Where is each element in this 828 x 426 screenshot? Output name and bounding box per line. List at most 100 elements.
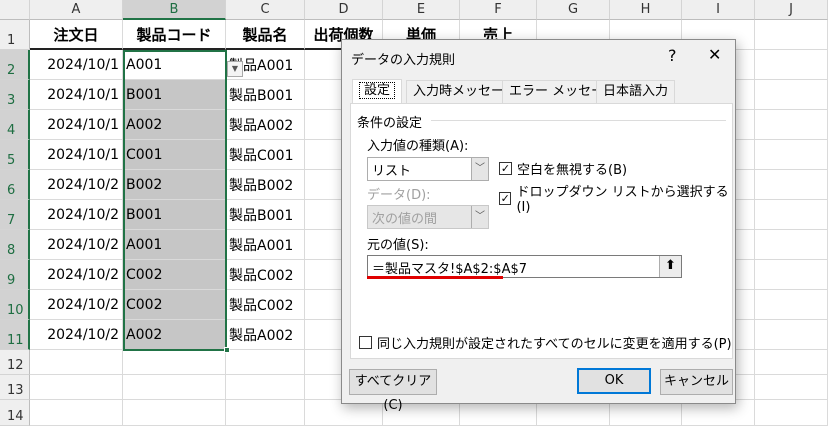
row-header-14[interactable]: 14 (0, 400, 30, 426)
cell[interactable]: 製品B001 (226, 80, 305, 110)
cell[interactable]: 2024/10/1 (30, 50, 123, 80)
column-header-D[interactable]: D (305, 0, 383, 20)
cell[interactable] (30, 350, 123, 375)
allow-select[interactable]: リスト ﹀ (367, 157, 489, 181)
cell[interactable] (755, 80, 828, 110)
cell[interactable]: 2024/10/2 (30, 260, 123, 290)
cell[interactable]: 2024/10/1 (30, 110, 123, 140)
row-header-11[interactable]: 11 (0, 320, 30, 350)
row-header-3[interactable]: 3 (0, 80, 30, 110)
cell[interactable] (755, 320, 828, 350)
row-header-12[interactable]: 12 (0, 350, 30, 375)
row-header-10[interactable]: 10 (0, 290, 30, 320)
cell[interactable] (30, 400, 123, 426)
check-icon: ✓ (499, 162, 512, 175)
cell[interactable]: 2024/10/1 (30, 140, 123, 170)
header-cell[interactable]: 製品コード (123, 20, 226, 50)
header-cell[interactable]: 製品名 (226, 20, 305, 50)
data-value: 次の値の間 (372, 211, 438, 227)
column-header-A[interactable]: A (30, 0, 123, 20)
cell[interactable]: A002 (123, 110, 226, 140)
cell[interactable]: 製品C002 (226, 260, 305, 290)
dropdown-checkbox[interactable]: ✓ ドロップダウン リストから選択する(I) (499, 181, 732, 215)
header-cell[interactable]: 注文日 (30, 20, 123, 50)
cell[interactable] (226, 400, 305, 426)
cell[interactable]: B001 (123, 200, 226, 230)
dropdown-label: ドロップダウン リストから選択する(I) (516, 185, 729, 215)
cell[interactable]: A002 (123, 320, 226, 350)
cell[interactable] (123, 350, 226, 375)
row-header-4[interactable]: 4 (0, 110, 30, 140)
cell[interactable] (755, 110, 828, 140)
cell[interactable] (755, 140, 828, 170)
select-all-corner[interactable] (0, 0, 30, 20)
cell[interactable] (30, 375, 123, 400)
cancel-button[interactable]: キャンセル (660, 369, 733, 395)
column-header-B[interactable]: B (123, 0, 226, 20)
column-header-F[interactable]: F (460, 0, 537, 20)
clear-all-button[interactable]: すべてクリア(C) (349, 369, 437, 413)
column-header-I[interactable]: I (682, 0, 755, 20)
cell[interactable]: 製品A001 (226, 230, 305, 260)
fill-handle[interactable] (224, 347, 230, 353)
column-header-H[interactable]: H (610, 0, 682, 20)
source-value: ＝製品マスタ!$A$2:$A$7 (372, 262, 528, 277)
column-header-G[interactable]: G (537, 0, 610, 20)
cell[interactable] (755, 20, 828, 50)
cell[interactable]: 2024/10/2 (30, 320, 123, 350)
cell[interactable]: 製品A002 (226, 320, 305, 350)
cell[interactable]: B001 (123, 80, 226, 110)
cell[interactable]: 2024/10/2 (30, 170, 123, 200)
cell[interactable] (755, 290, 828, 320)
row-header-5[interactable]: 5 (0, 140, 30, 170)
column-header-J[interactable]: J (755, 0, 828, 20)
cell[interactable]: C002 (123, 290, 226, 320)
cell[interactable]: A001 (123, 230, 226, 260)
cell[interactable]: 製品B001 (226, 200, 305, 230)
cell[interactable] (755, 400, 828, 426)
cell[interactable]: 製品C001 (226, 140, 305, 170)
row-header-7[interactable]: 7 (0, 200, 30, 230)
cell[interactable]: 製品A002 (226, 110, 305, 140)
cell[interactable]: 製品C002 (226, 290, 305, 320)
cell[interactable] (755, 230, 828, 260)
row-header-2[interactable]: 2 (0, 50, 30, 80)
cell[interactable]: 製品B002 (226, 170, 305, 200)
cell-dropdown-button[interactable]: ▼ (227, 61, 243, 77)
cell[interactable] (755, 260, 828, 290)
cell[interactable] (755, 350, 828, 375)
cell[interactable] (755, 170, 828, 200)
cell[interactable]: C002 (123, 260, 226, 290)
row-header-13[interactable]: 13 (0, 375, 30, 400)
tab-settings[interactable]: 設定 (352, 79, 403, 104)
cell[interactable] (755, 50, 828, 80)
ok-button[interactable]: OK (577, 368, 651, 394)
row-header-1[interactable]: 1 (0, 20, 30, 50)
close-button[interactable]: ✕ (708, 45, 721, 64)
row-header-6[interactable]: 6 (0, 170, 30, 200)
cell[interactable]: 2024/10/1 (30, 80, 123, 110)
cell[interactable]: 2024/10/2 (30, 230, 123, 260)
cell[interactable]: 2024/10/2 (30, 290, 123, 320)
cell[interactable] (755, 200, 828, 230)
row-header-9[interactable]: 9 (0, 260, 30, 290)
row-header-8[interactable]: 8 (0, 230, 30, 260)
help-button[interactable]: ? (668, 46, 677, 65)
cell[interactable] (755, 375, 828, 400)
tab-ime[interactable]: 日本語入力 (596, 80, 676, 103)
cell[interactable] (123, 375, 226, 400)
cell[interactable] (123, 400, 226, 426)
source-input[interactable]: ＝製品マスタ!$A$2:$A$7 ⬆ (367, 255, 682, 278)
apply-all-checkbox[interactable]: 同じ入力規則が設定されたすべてのセルに変更を適用する(P) (359, 333, 732, 352)
cell[interactable]: A001 (123, 50, 226, 80)
cell[interactable] (226, 375, 305, 400)
column-header-C[interactable]: C (226, 0, 305, 20)
cell[interactable]: 2024/10/2 (30, 200, 123, 230)
group-divider (431, 120, 726, 121)
column-header-E[interactable]: E (383, 0, 460, 20)
collapse-dialog-icon[interactable]: ⬆ (659, 256, 681, 277)
cell[interactable]: C001 (123, 140, 226, 170)
ignore-blank-checkbox[interactable]: ✓ 空白を無視する(B) (499, 159, 627, 178)
cell[interactable] (226, 350, 305, 375)
cell[interactable]: B002 (123, 170, 226, 200)
